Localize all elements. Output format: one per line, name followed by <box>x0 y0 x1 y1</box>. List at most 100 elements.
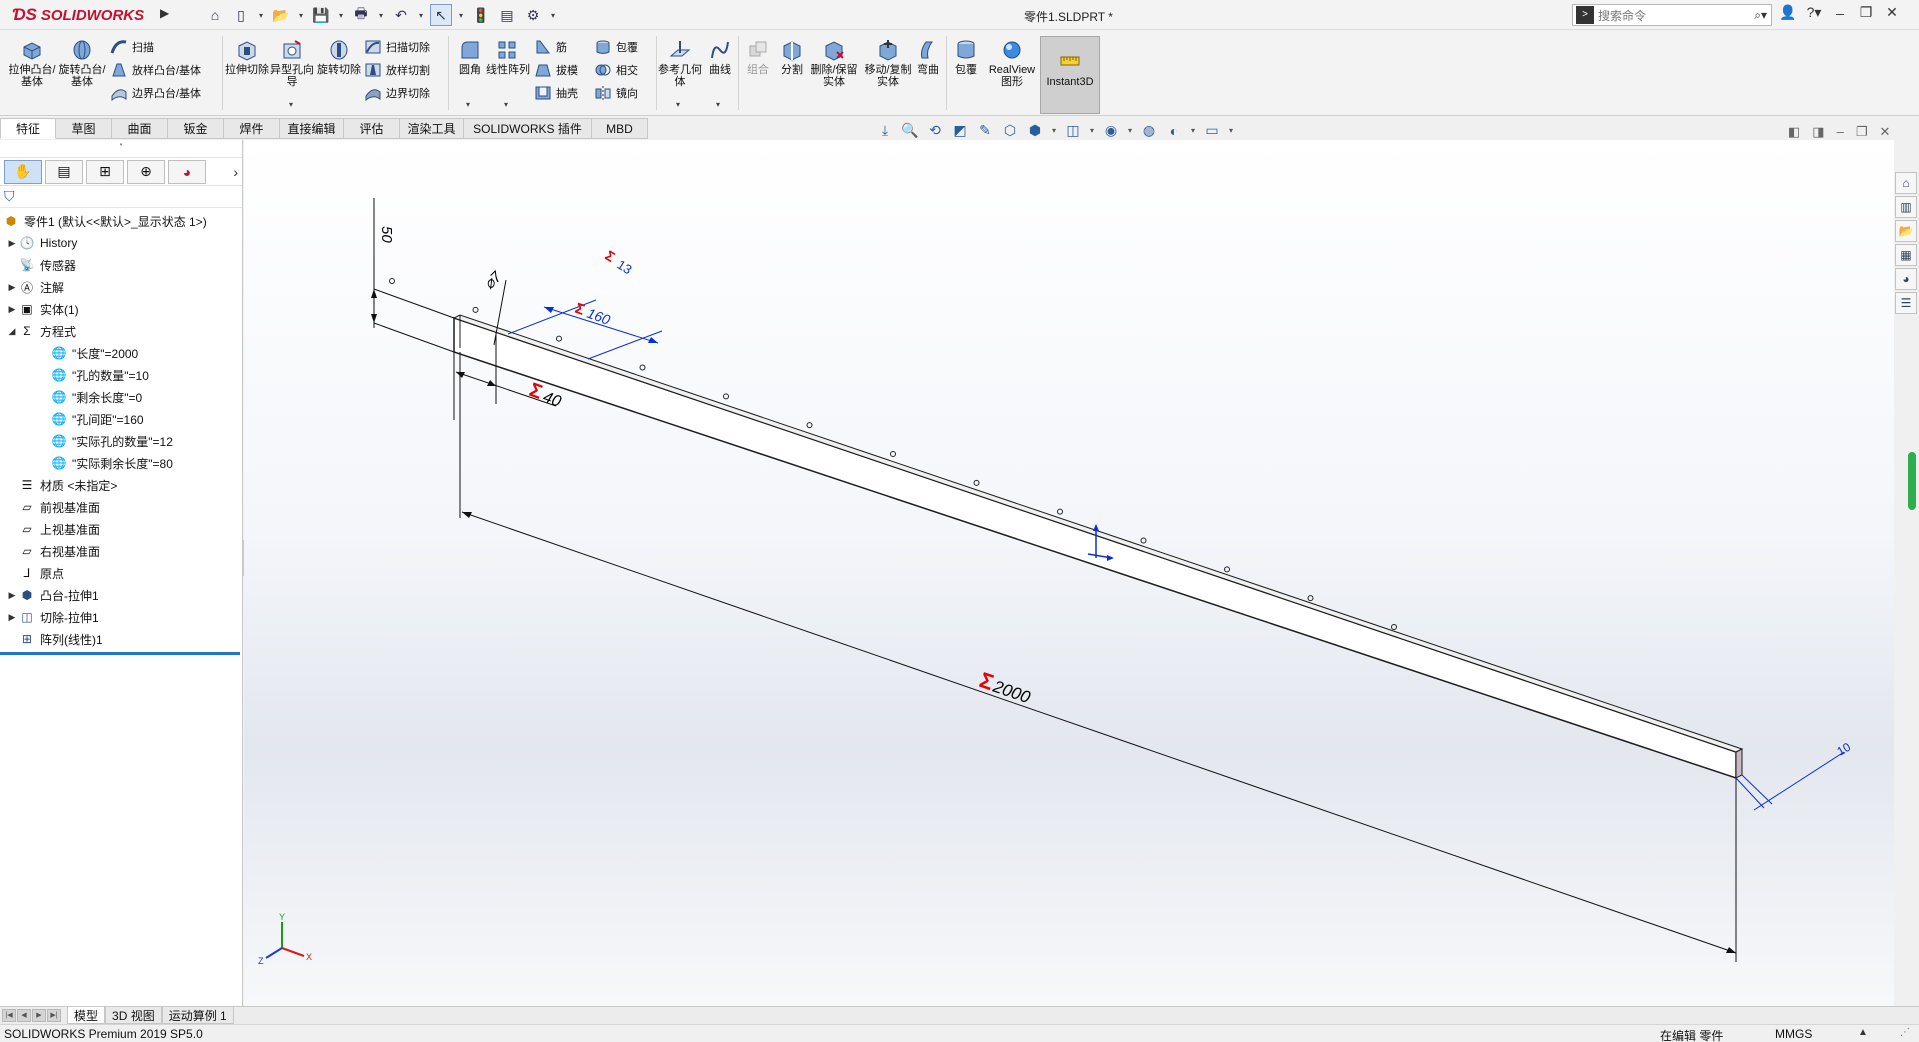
tab-features[interactable]: 特征 <box>0 118 56 139</box>
revolve-cut-button[interactable]: 旋转切除 <box>315 38 363 76</box>
hole-circle[interactable] <box>723 393 729 400</box>
dimension-thickness[interactable]: 10 <box>1735 740 1853 811</box>
revolve-boss-button[interactable]: 旋转凸台/基体 <box>58 38 106 88</box>
feature-manager-tab[interactable]: ✋ <box>4 159 42 184</box>
model-view[interactable]: 50 ⌀7 Σ 13 Σ 160 Σ 40 Σ 2000 10 Y X Z <box>244 140 1894 1006</box>
apply-scene-icon[interactable]: ◍ <box>1140 122 1158 139</box>
tree-item-linear-pattern[interactable]: ⊞ 阵列(线性)1 <box>0 628 242 650</box>
file-properties-icon[interactable]: ▤ <box>496 4 518 26</box>
search-commands-input[interactable]: > 搜索命令 ⌕▾ <box>1572 4 1772 26</box>
save-dropdown-icon[interactable]: ▾ <box>336 4 346 26</box>
extrude-cut-button[interactable]: 拉伸切除 <box>223 38 271 76</box>
view-settings-dropdown-icon[interactable]: ▾ <box>1190 126 1196 135</box>
tab-sheet-metal[interactable]: 钣金 <box>168 118 224 139</box>
tab-direct-editing[interactable]: 直接编辑 <box>280 118 344 139</box>
tree-item-top-plane[interactable]: ▱ 上视基准面 <box>0 518 242 540</box>
display-monitor-icon[interactable]: ▭ <box>1203 122 1221 139</box>
fillet-dropdown-icon[interactable]: ▾ <box>466 100 470 109</box>
tree-root-part[interactable]: ⬢ 零件1 (默认<<默认>_显示状态 1>) <box>0 210 242 232</box>
display-style-icon[interactable]: ⬢ <box>1026 122 1044 139</box>
hole-circle[interactable] <box>639 364 646 371</box>
tree-equation-item[interactable]: 🌐 "孔的数量"=10 <box>0 364 242 386</box>
tab-3d-views[interactable]: 3D 视图 <box>105 1007 162 1024</box>
wrap-button[interactable]: 包覆 <box>594 36 638 58</box>
dimension-height[interactable]: 50 <box>371 198 455 353</box>
dimension-hole-count[interactable]: Σ 13 <box>602 247 634 277</box>
mirror-button[interactable]: 镜向 <box>594 82 638 104</box>
traffic-light-icon[interactable]: 🚦 <box>470 4 492 26</box>
hole-circle[interactable] <box>806 422 813 429</box>
design-library-icon[interactable]: ▥ <box>1895 196 1917 218</box>
rib-button[interactable]: 筋 <box>534 36 567 58</box>
new-document-icon[interactable]: ▯ <box>230 4 252 26</box>
close-icon[interactable]: ✕ <box>1882 4 1902 21</box>
intersect-button[interactable]: 相交 <box>594 59 638 81</box>
view-settings-icon[interactable]: ◐ <box>1165 123 1183 139</box>
solidworks-logo[interactable]: ƊS SOLIDWORKS <box>12 4 144 26</box>
tree-item-sensors[interactable]: 📡 传感器 <box>0 254 242 276</box>
print-icon[interactable]: 🖶 <box>350 4 372 26</box>
shell-button[interactable]: 抽壳 <box>534 82 578 104</box>
tab-weldments[interactable]: 焊件 <box>224 118 280 139</box>
previous-view-icon[interactable]: ⟲ <box>926 122 944 139</box>
rollback-bar[interactable] <box>0 652 240 655</box>
expand-arrow-icon[interactable]: ▶ <box>6 282 18 293</box>
tab-render-tools[interactable]: 渲染工具 <box>400 118 464 139</box>
hole-circle[interactable] <box>1140 537 1147 544</box>
property-manager-tab[interactable]: ▤ <box>45 159 83 184</box>
tree-equation-item[interactable]: 🌐 "实际孔的数量"=12 <box>0 430 242 452</box>
monitor-dropdown-icon[interactable]: ▾ <box>1228 126 1234 135</box>
options-dropdown-icon[interactable]: ▾ <box>548 4 558 26</box>
hole-circle[interactable] <box>556 335 562 342</box>
menu-expand-arrow-icon[interactable]: ▶ <box>160 6 169 20</box>
tab-evaluate[interactable]: 评估 <box>344 118 400 139</box>
select-cursor-icon[interactable]: ↖ <box>430 4 452 26</box>
tree-item-annotations[interactable]: ▶ Ⓐ 注解 <box>0 276 242 298</box>
display-manager-tab[interactable]: ◕ <box>168 159 206 184</box>
dynamic-annotation-icon[interactable]: ✎ <box>976 122 994 139</box>
expand-arrow-icon[interactable]: ▶ <box>6 590 18 601</box>
hole-wizard-button[interactable]: 异型孔向导 <box>268 38 316 88</box>
expand-arrow-icon[interactable]: ▶ <box>6 304 18 315</box>
sweep-cut-button[interactable]: 扫描切除 <box>364 36 430 58</box>
hole-circle[interactable] <box>890 451 896 457</box>
hide-show-items-icon[interactable]: ◫ <box>1064 122 1082 139</box>
select-dropdown-icon[interactable]: ▾ <box>456 4 466 26</box>
tab-mbd[interactable]: MBD <box>592 118 648 139</box>
tree-equation-item[interactable]: 🌐 "剩余长度"=0 <box>0 386 242 408</box>
tree-filter[interactable]: ⛉ <box>0 186 242 208</box>
dimension-length[interactable]: Σ 2000 <box>459 352 1737 962</box>
minimize-icon[interactable]: – <box>1830 5 1850 21</box>
zoom-to-fit-icon[interactable]: ⤓ <box>876 122 894 139</box>
sweep-button[interactable]: 扫描 <box>110 36 154 58</box>
viewport-next-icon[interactable]: ◨ <box>1812 124 1824 140</box>
realview-button[interactable]: RealView 图形 <box>986 38 1038 88</box>
tab-model[interactable]: 模型 <box>67 1007 106 1024</box>
panel-grip[interactable]: • <box>0 140 242 158</box>
display-style-dropdown-icon[interactable]: ▾ <box>1051 126 1057 135</box>
dimxpert-manager-tab[interactable]: ⊕ <box>127 159 165 184</box>
collapse-arrow-icon[interactable]: ◢ <box>6 326 18 337</box>
home-icon[interactable]: ⌂ <box>204 4 226 26</box>
new-dropdown-icon[interactable]: ▾ <box>256 4 266 26</box>
restore-icon[interactable]: ❐ <box>1856 4 1876 21</box>
appearance-dropdown-icon[interactable]: ▾ <box>1127 126 1133 135</box>
hole-circle[interactable] <box>1057 508 1063 515</box>
solidworks-resources-icon[interactable]: ⌂ <box>1895 172 1917 194</box>
hole-wizard-dropdown-icon[interactable]: ▾ <box>289 100 293 109</box>
tree-item-material[interactable]: ☰ 材质 <未指定> <box>0 474 242 496</box>
draft-button[interactable]: 拔模 <box>534 59 578 81</box>
more-tabs-arrow-icon[interactable]: › <box>233 164 238 180</box>
undo-dropdown-icon[interactable]: ▾ <box>416 4 426 26</box>
tree-item-history[interactable]: ▶ 🕓 History <box>0 232 242 254</box>
help-icon[interactable]: ?▾ <box>1804 4 1824 21</box>
graphics-area[interactable]: 50 ⌀7 Σ 13 Σ 160 Σ 40 Σ 2000 10 Y X Z <box>244 140 1894 1006</box>
print-dropdown-icon[interactable]: ▾ <box>376 4 386 26</box>
open-folder-icon[interactable]: 📂 <box>270 4 292 26</box>
gear-icon[interactable]: ⚙ <box>522 4 544 26</box>
appearances-scenes-icon[interactable]: ◕ <box>1895 268 1917 290</box>
undo-icon[interactable]: ↶ <box>390 4 412 26</box>
view-orientation-icon[interactable]: ⬡ <box>1001 122 1019 139</box>
viewport-restore-icon[interactable]: ❐ <box>1856 124 1868 140</box>
delete-keep-body-button[interactable]: 删除/保留实体 <box>808 38 860 88</box>
